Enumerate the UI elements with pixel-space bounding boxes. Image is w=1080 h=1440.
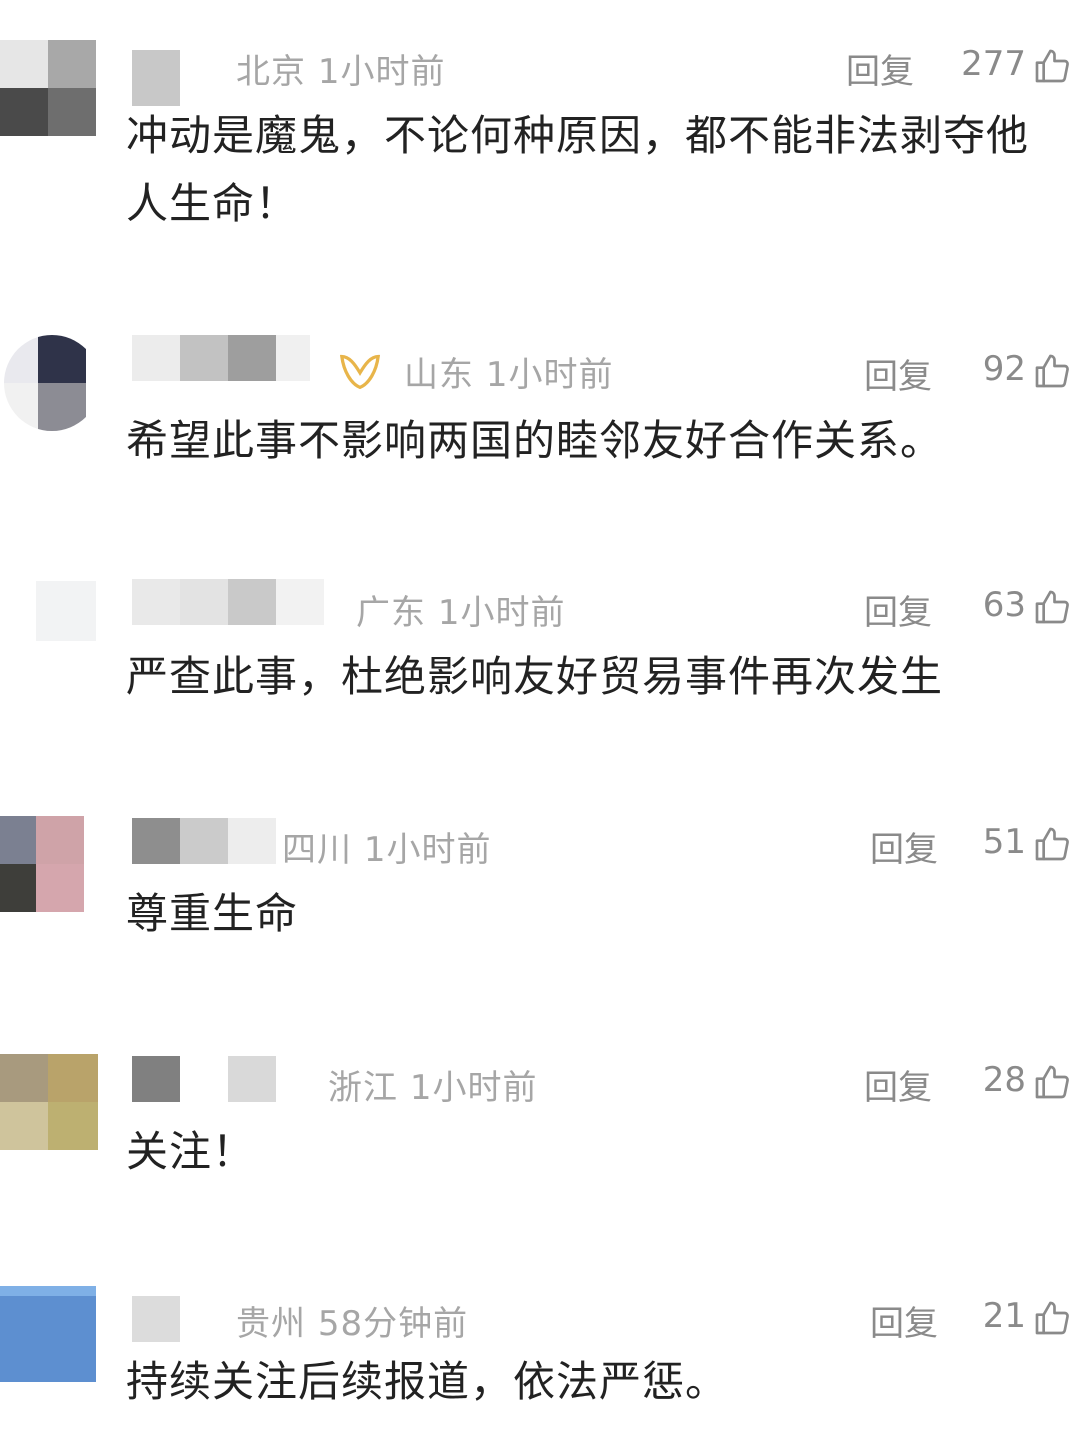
avatar[interactable] <box>36 581 96 641</box>
comment-text: 希望此事不影响两国的睦邻友好合作关系。 <box>126 416 944 465</box>
comment-text: 持续关注后续报道，依法严惩。 <box>126 1357 729 1406</box>
username-redacted[interactable] <box>132 818 282 864</box>
comment-text: 关注！ <box>126 1127 256 1176</box>
username-redacted[interactable] <box>132 1056 282 1102</box>
reply-button[interactable]: 回复 <box>864 585 932 634</box>
thumbs-up-icon[interactable] <box>1032 351 1072 391</box>
location-time: 山东 1小时前 <box>404 355 614 395</box>
username-redacted[interactable] <box>132 50 212 106</box>
location-time: 贵州 58分钟前 <box>236 1304 469 1344</box>
comment-text: 尊重生命 <box>126 889 299 938</box>
avatar[interactable] <box>0 1286 96 1382</box>
like-count: 63 <box>982 585 1026 625</box>
thumbs-up-icon[interactable] <box>1032 46 1072 86</box>
reply-button[interactable]: 回复 <box>870 1296 938 1345</box>
location-time: 浙江 1小时前 <box>328 1068 538 1108</box>
like-count: 21 <box>982 1296 1026 1336</box>
avatar[interactable] <box>0 1054 98 1150</box>
comment-text: 冲动是魔鬼，不论何种原因，都不能非法剥夺他人生命！ <box>126 111 1030 228</box>
reply-button[interactable]: 回复 <box>870 822 938 871</box>
location-time: 北京 1小时前 <box>236 52 446 92</box>
like-count: 28 <box>982 1060 1026 1100</box>
gold-badge-icon <box>339 354 381 390</box>
username-redacted[interactable] <box>132 1296 232 1342</box>
location-time: 四川 1小时前 <box>282 830 492 870</box>
avatar[interactable] <box>0 40 96 136</box>
thumbs-up-icon[interactable] <box>1032 824 1072 864</box>
reply-button[interactable]: 回复 <box>846 44 914 93</box>
location-time: 广东 1小时前 <box>356 593 566 633</box>
thumbs-up-icon[interactable] <box>1032 1062 1072 1102</box>
comment-text: 严查此事，杜绝影响友好贸易事件再次发生 <box>126 652 944 701</box>
like-count: 92 <box>982 349 1026 389</box>
reply-button[interactable]: 回复 <box>864 349 932 398</box>
username-redacted[interactable] <box>132 579 332 625</box>
username-redacted[interactable] <box>132 335 322 381</box>
thumbs-up-icon[interactable] <box>1032 1298 1072 1338</box>
reply-button[interactable]: 回复 <box>864 1060 932 1109</box>
avatar[interactable] <box>0 816 96 912</box>
avatar[interactable] <box>4 335 100 431</box>
thumbs-up-icon[interactable] <box>1032 587 1072 627</box>
like-count: 277 <box>961 44 1026 84</box>
like-count: 51 <box>982 822 1026 862</box>
